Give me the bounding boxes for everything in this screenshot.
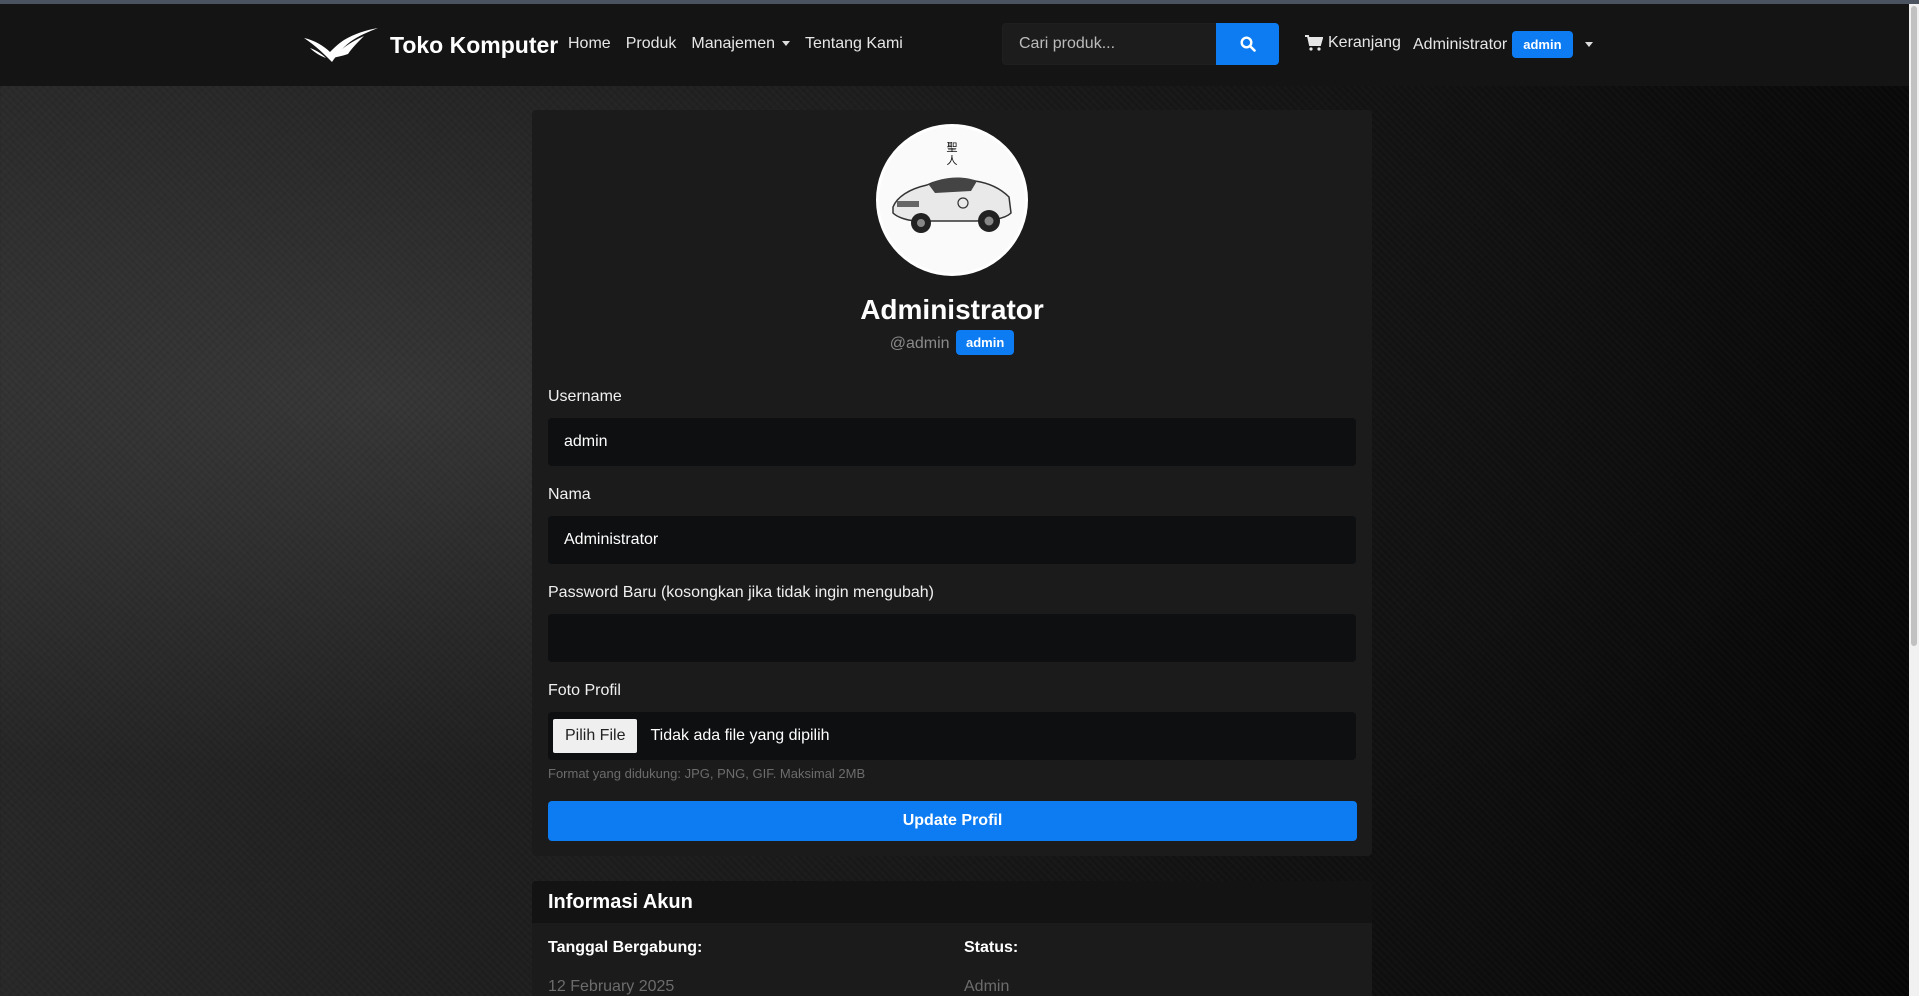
account-info-title: Informasi Akun bbox=[532, 881, 1372, 923]
file-input[interactable]: Pilih File Tidak ada file yang dipilih bbox=[548, 712, 1356, 760]
caret-down-icon bbox=[1584, 42, 1593, 47]
brand[interactable]: Toko Komputer bbox=[302, 24, 558, 66]
avatar-caption: 聖人 bbox=[947, 141, 958, 167]
nama-value: Administrator bbox=[564, 531, 659, 548]
search-icon bbox=[1239, 36, 1256, 52]
profile-handle-row: @admin admin bbox=[532, 330, 1372, 355]
joined-label: Tanggal Bergabung: bbox=[548, 939, 703, 956]
password-label: Password Baru (kosongkan jika tidak ingi… bbox=[548, 584, 934, 601]
nav-produk[interactable]: Produk bbox=[626, 35, 677, 53]
profile-avatar: 聖人 bbox=[876, 124, 1028, 276]
username-label: Username bbox=[548, 388, 622, 405]
username-field[interactable]: admin bbox=[548, 418, 1356, 466]
user-menu-dropdown[interactable]: Administrator admin bbox=[1413, 31, 1593, 58]
foto-label: Foto Profil bbox=[548, 682, 621, 699]
search-form bbox=[1002, 23, 1279, 65]
page-scrollbar[interactable] bbox=[1909, 4, 1919, 996]
car-avatar-icon: 聖人 bbox=[879, 127, 1025, 273]
profile-name: Administrator bbox=[860, 294, 1044, 325]
cart-label: Keranjang bbox=[1328, 34, 1401, 51]
file-help-text: Format yang didukung: JPG, PNG, GIF. Mak… bbox=[548, 766, 866, 781]
account-info-card: Informasi Akun Tanggal Bergabung: 12 Feb… bbox=[532, 881, 1372, 996]
nav-manajemen-dropdown[interactable]: Manajemen bbox=[691, 35, 790, 53]
username-value: admin bbox=[564, 433, 608, 450]
search-input[interactable] bbox=[1002, 23, 1216, 65]
profile-role-badge: admin bbox=[955, 330, 1015, 355]
nav-links: Home Produk Manajemen Tentang Kami bbox=[568, 35, 903, 53]
scrollbar-thumb[interactable] bbox=[1911, 6, 1917, 646]
profile-card: 聖人 Administrator @admin admin Username a… bbox=[532, 110, 1372, 856]
password-field[interactable] bbox=[548, 614, 1356, 662]
cart-link[interactable]: Keranjang bbox=[1305, 34, 1401, 52]
joined-value: 12 February 2025 bbox=[548, 978, 675, 995]
status-label: Status: bbox=[964, 939, 1019, 956]
nav-manajemen-label: Manajemen bbox=[691, 35, 775, 52]
navbar: Toko Komputer Home Produk Manajemen Tent… bbox=[0, 4, 1909, 86]
role-badge: admin bbox=[1512, 31, 1573, 58]
file-status: Tidak ada file yang dipilih bbox=[650, 727, 830, 744]
brand-name: Toko Komputer bbox=[390, 31, 559, 58]
cart-icon bbox=[1305, 35, 1323, 51]
status-value: Admin bbox=[964, 978, 1010, 995]
nama-field[interactable]: Administrator bbox=[548, 516, 1356, 564]
update-profile-button[interactable]: Update Profil bbox=[548, 801, 1357, 841]
choose-file-button[interactable]: Pilih File bbox=[553, 719, 638, 753]
rog-logo-icon bbox=[304, 28, 378, 62]
nama-label: Nama bbox=[548, 486, 591, 503]
user-name: Administrator bbox=[1413, 35, 1508, 53]
profile-handle: @admin bbox=[889, 335, 950, 352]
nav-home[interactable]: Home bbox=[568, 35, 611, 53]
nav-tentang[interactable]: Tentang Kami bbox=[805, 35, 903, 53]
caret-down-icon bbox=[782, 41, 790, 47]
search-button[interactable] bbox=[1216, 23, 1279, 65]
